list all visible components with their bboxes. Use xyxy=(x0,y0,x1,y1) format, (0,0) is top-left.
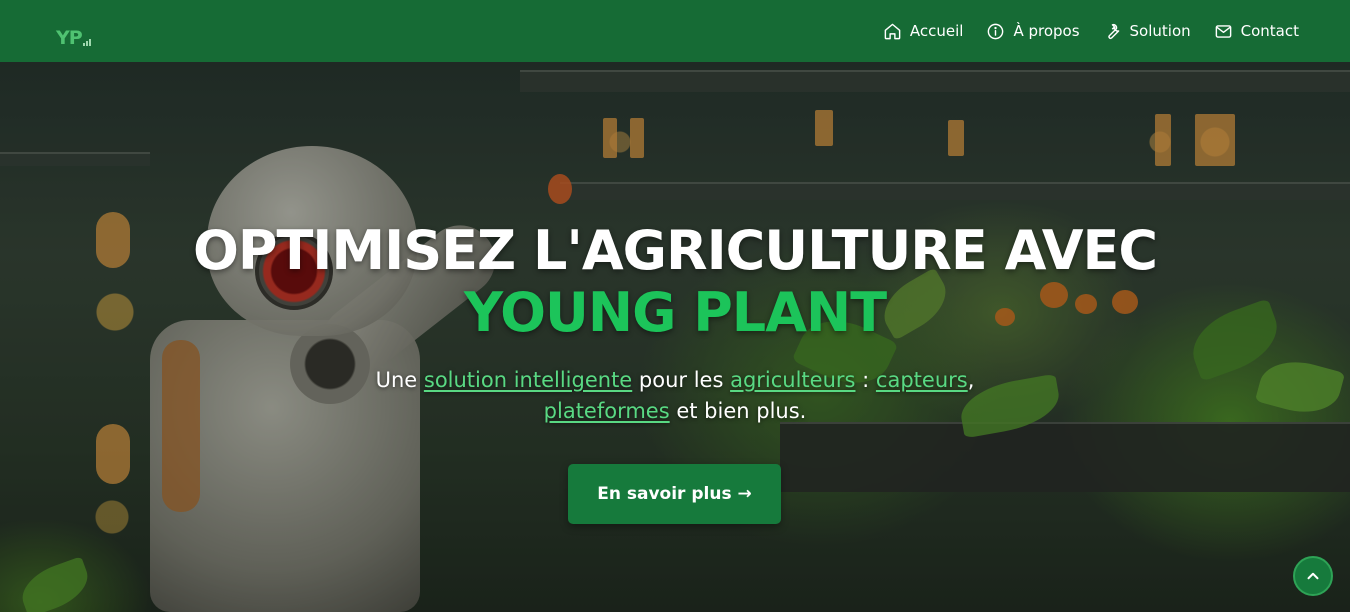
nav-item-label: Solution xyxy=(1129,22,1191,40)
nav-item-contact[interactable]: Contact xyxy=(1214,22,1299,41)
nav-item-accueil[interactable]: Accueil xyxy=(883,22,964,41)
hero-content: OPTIMISEZ L'AGRICULTURE AVEC YOUNG PLANT… xyxy=(0,62,1350,612)
hero-title: OPTIMISEZ L'AGRICULTURE AVEC YOUNG PLANT xyxy=(0,220,1350,344)
navbar: YP Accueil À propos Solution Contact xyxy=(0,0,1350,62)
hero-title-line1: OPTIMISEZ L'AGRICULTURE AVEC xyxy=(192,219,1158,282)
learn-more-button[interactable]: En savoir plus → xyxy=(568,464,781,524)
hero-section: OPTIMISEZ L'AGRICULTURE AVEC YOUNG PLANT… xyxy=(0,62,1350,612)
nav-item-label: Accueil xyxy=(909,22,964,40)
hero-title-brand: YOUNG PLANT xyxy=(463,281,887,344)
subtitle-text: : xyxy=(855,368,876,392)
brand-logo[interactable]: YP xyxy=(56,14,91,48)
hero-subtitle: Une solution intelligente pour les agric… xyxy=(330,365,1020,427)
logo-bars-icon xyxy=(82,39,91,46)
link-agriculteurs[interactable]: agriculteurs xyxy=(730,368,855,392)
chevron-up-icon xyxy=(1307,572,1319,580)
subtitle-text: Une xyxy=(375,368,424,392)
home-icon xyxy=(884,23,901,39)
scroll-to-top-button[interactable] xyxy=(1293,556,1333,596)
info-icon xyxy=(988,23,1004,39)
nav-item-a-propos[interactable]: À propos xyxy=(986,22,1080,41)
link-plateformes[interactable]: plateformes xyxy=(544,399,670,423)
logo-text: YP xyxy=(56,27,83,49)
subtitle-text: , xyxy=(967,368,975,392)
subtitle-text: et bien plus. xyxy=(669,399,807,423)
link-capteurs[interactable]: capteurs xyxy=(876,368,968,392)
nav-item-solution[interactable]: Solution xyxy=(1103,22,1191,41)
main-nav: Accueil À propos Solution Contact xyxy=(883,22,1299,41)
wrench-icon xyxy=(1107,23,1119,39)
link-solution-intelligente[interactable]: solution intelligente xyxy=(424,368,632,392)
nav-item-label: À propos xyxy=(1013,22,1080,40)
subtitle-text: pour les xyxy=(632,368,731,392)
mail-icon xyxy=(1215,24,1231,38)
nav-item-label: Contact xyxy=(1240,22,1299,40)
